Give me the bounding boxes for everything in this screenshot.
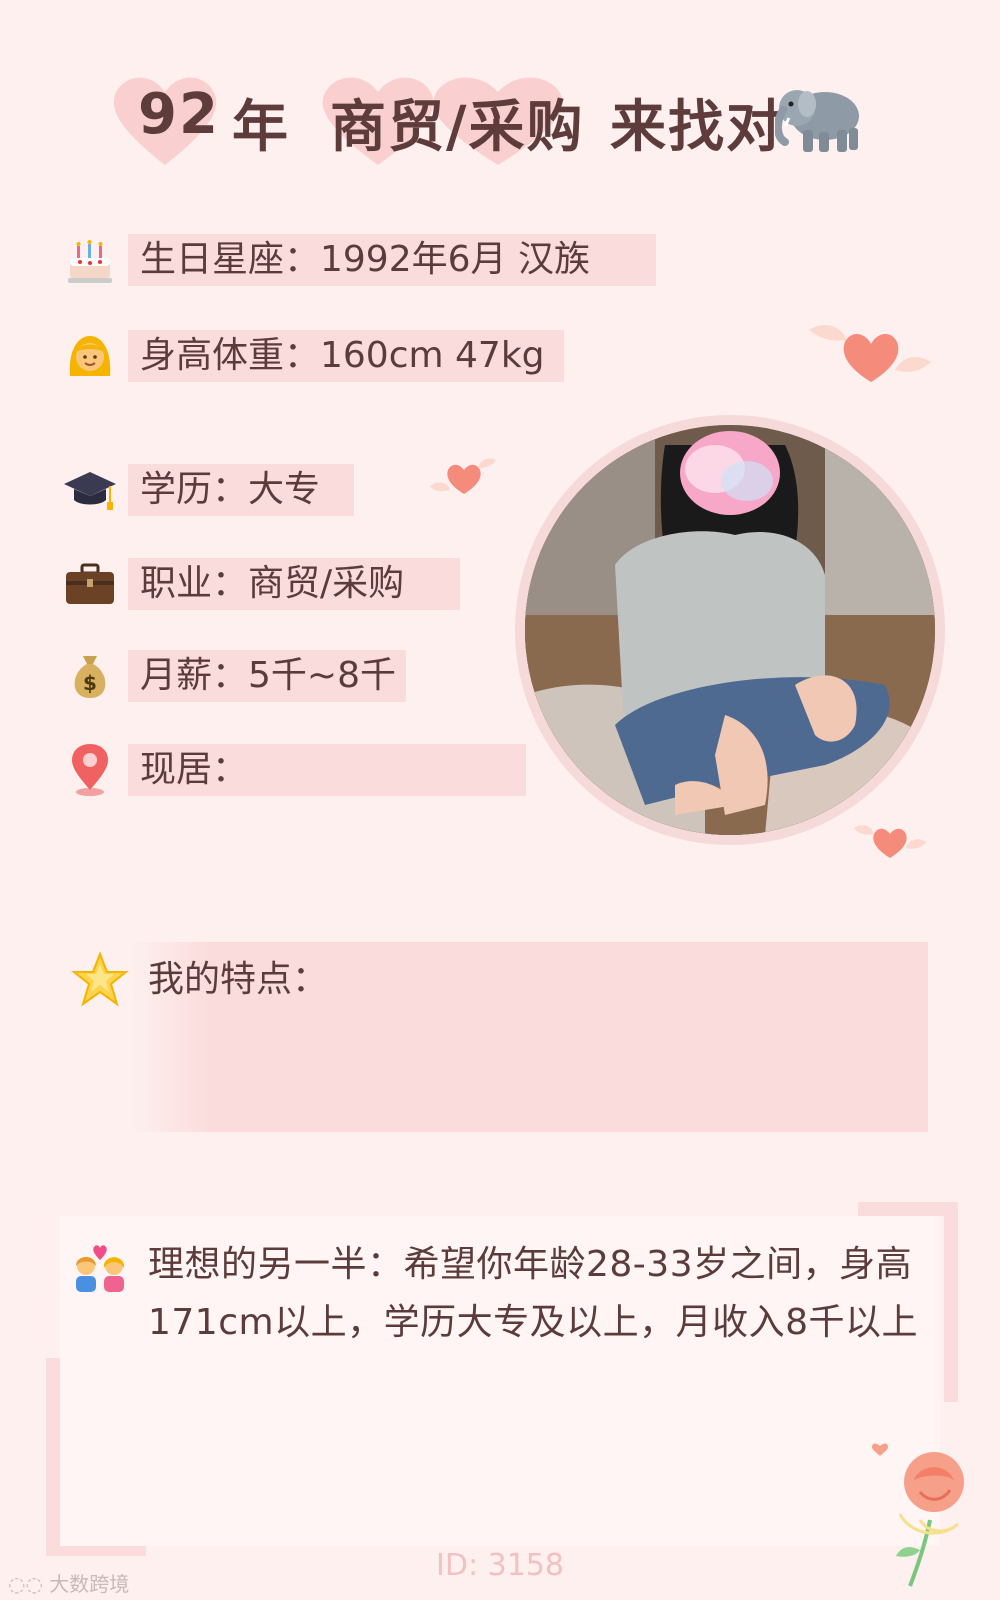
info-location-text: 现居：: [140, 749, 249, 790]
profile-id: ID: 3158: [436, 1548, 564, 1583]
profile-photo: [525, 425, 935, 835]
info-education-text: 学历：大专: [140, 469, 321, 510]
briefcase-icon: [60, 556, 120, 612]
info-birthday-text: 生日星座：1992年6月 汉族: [140, 239, 590, 280]
title-row: 92 年 商贸/采购 来找对: [110, 70, 910, 180]
info-height-weight-text: 身高体重：160cm 47kg: [140, 335, 545, 376]
title-year-suffix: 年: [232, 95, 290, 160]
couple-with-heart-icon: [70, 1238, 130, 1298]
info-occupation-text: 职业：商贸/采购: [140, 563, 405, 604]
watermark: ◌◌ 大数跨境: [8, 1568, 129, 1597]
title-year: 92: [138, 82, 220, 147]
elephant-icon: [774, 78, 867, 160]
money-bag-icon: $: [60, 648, 120, 704]
info-row-salary: $ 月薪：5千~8千: [60, 648, 420, 704]
info-row-occupation: 职业：商贸/采购: [60, 556, 480, 612]
title-tagline: 来找对: [610, 95, 784, 160]
svg-text:$: $: [83, 671, 97, 695]
winged-heart-icon: [805, 312, 935, 396]
ideal-partner-text: 理想的另一半：希望你年龄28-33岁之间，身高 171cm以上，学历大专及以上，…: [148, 1236, 928, 1352]
graduation-cap-icon: [60, 462, 120, 518]
cake-icon: [60, 232, 120, 288]
info-row-birthday: 生日星座：1992年6月 汉族: [60, 232, 660, 288]
watermark-logo-icon: ◌◌: [8, 1572, 50, 1596]
glowing-star-icon: [70, 950, 130, 1010]
info-row-education: 学历：大专: [60, 462, 380, 518]
info-row-height-weight: 身高体重：160cm 47kg: [60, 328, 580, 384]
profile-card: 92 年 商贸/采购 来找对 生日星座：1992年6月 汉族 身高体重：160c…: [0, 0, 1000, 1600]
location-pin-icon: [60, 742, 120, 798]
ideal-partner-line-1: 理想的另一半：希望你年龄28-33岁之间，身高: [148, 1244, 913, 1285]
woman-icon: [60, 328, 120, 384]
title-occupation: 商贸/采购: [330, 95, 585, 160]
info-salary-text: 月薪：5千~8千: [140, 655, 396, 696]
watermark-text: 大数跨境: [49, 1572, 130, 1596]
info-row-location: 现居：: [60, 742, 540, 798]
ideal-partner-line-2: 171cm以上，学历大专及以上，月收入8千以上: [148, 1302, 918, 1343]
features-label: 我的特点：: [148, 959, 329, 1000]
winged-heart-icon: [852, 818, 928, 866]
winged-heart-icon: [428, 452, 498, 502]
